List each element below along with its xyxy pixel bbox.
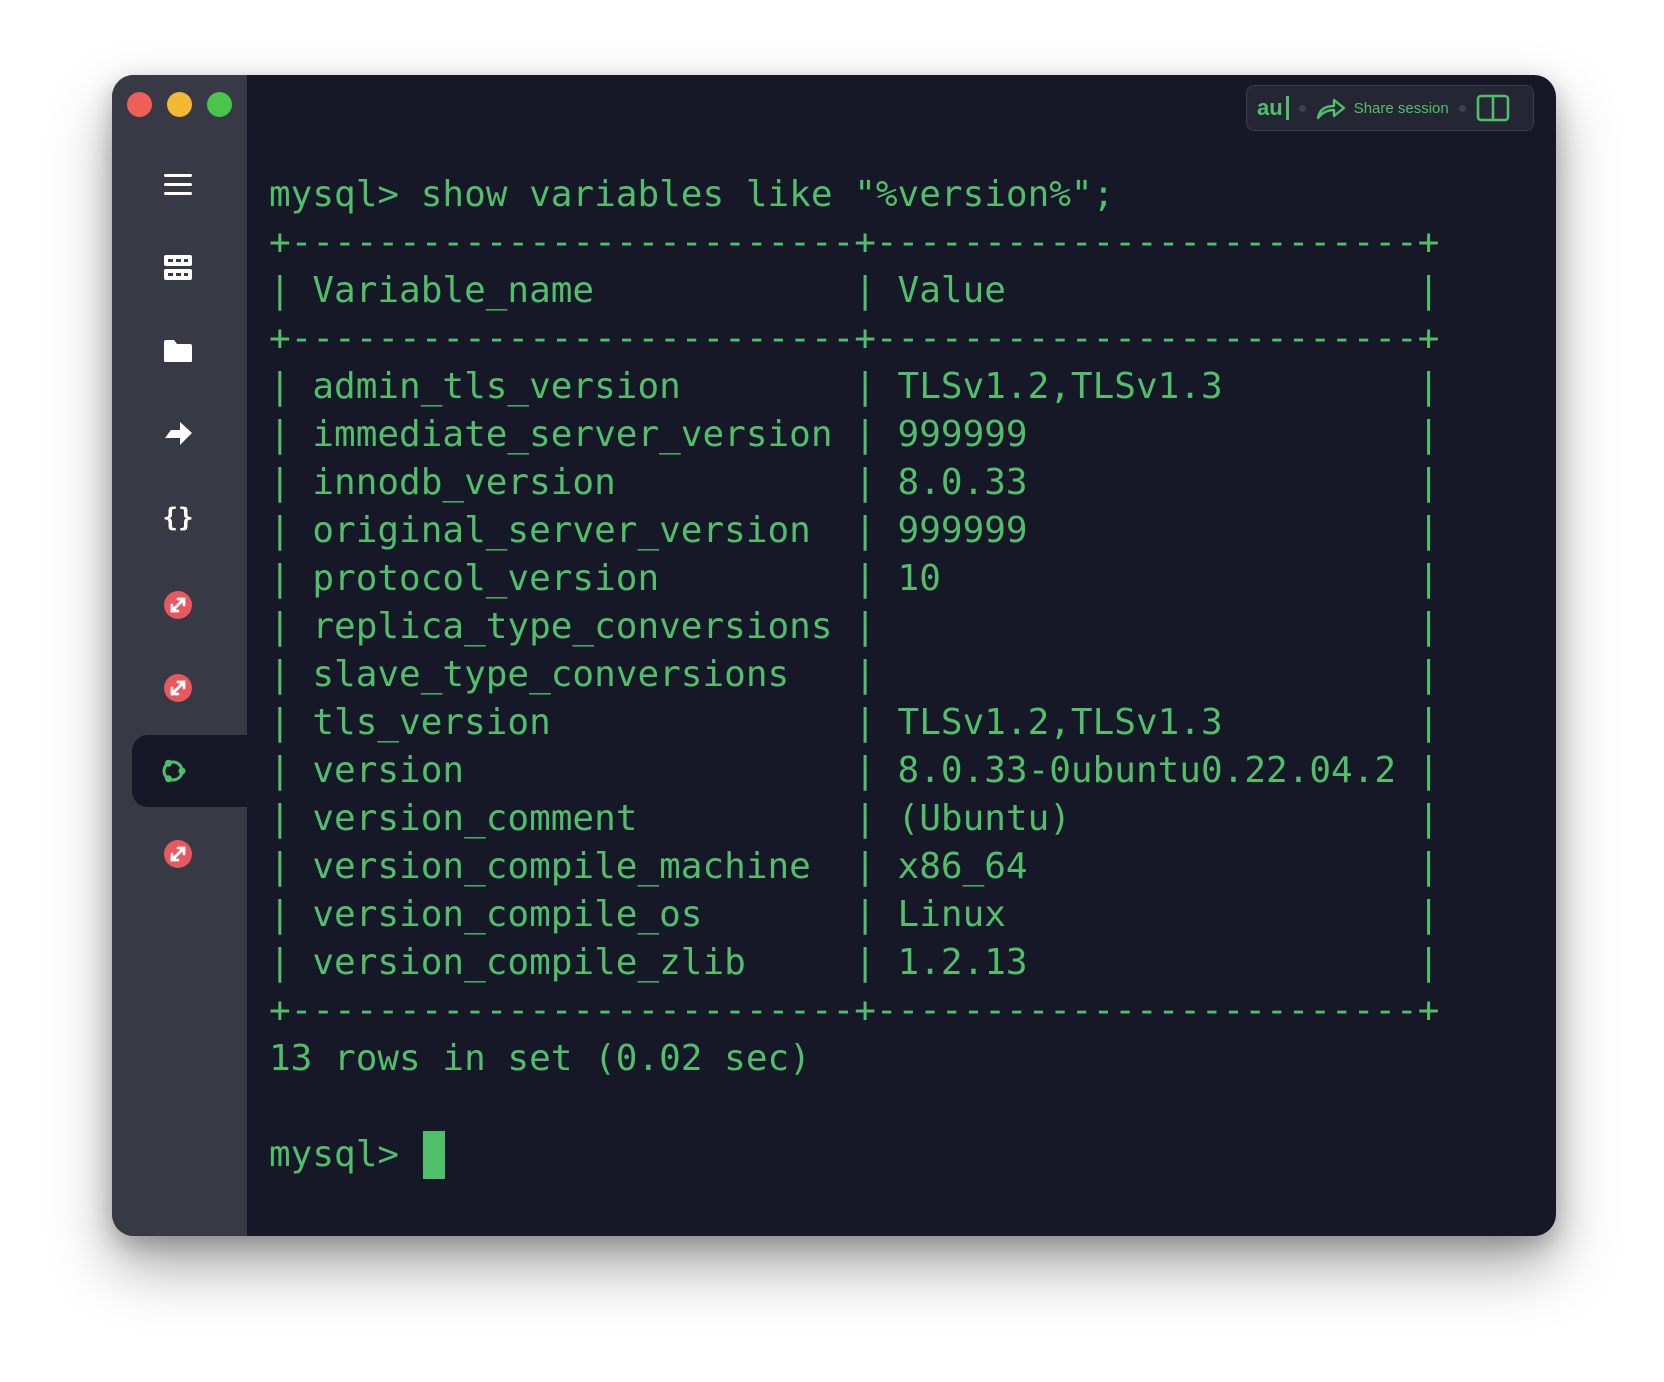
split-view-icon[interactable] [1476, 94, 1510, 122]
table-header-row: | Variable_name | Value | [269, 270, 1440, 311]
svg-text:{}: {} [163, 503, 193, 532]
ai-cursor-icon [1285, 96, 1289, 120]
separator-dot [1298, 104, 1306, 112]
table-row: | admin_tls_version | TLSv1.2,TLSv1.3 | [269, 366, 1440, 407]
table-row: | immediate_server_version | 999999 | [269, 414, 1440, 455]
table-row: | protocol_version | 10 | [269, 558, 1440, 599]
connection-icon[interactable] [138, 658, 218, 718]
separator-dot [1458, 104, 1466, 112]
minimize-window-button[interactable] [167, 92, 192, 117]
menu-icon[interactable] [138, 155, 218, 215]
connection-icon[interactable] [138, 824, 218, 884]
forward-icon[interactable] [138, 404, 218, 464]
terminal-window: {} au Share session mysql> show variable… [112, 75, 1556, 1236]
share-icon[interactable] [1316, 96, 1346, 120]
connection-icon[interactable] [138, 575, 218, 635]
table-row: | version_compile_zlib | 1.2.13 | [269, 942, 1440, 983]
text-cursor [422, 1131, 445, 1179]
close-window-button[interactable] [127, 92, 152, 117]
terminal-output[interactable]: mysql> show variables like "%version%"; +… [269, 171, 1439, 1179]
table-row: | version_comment | (Ubuntu) | [269, 798, 1440, 839]
table-row: | original_server_version | 999999 | [269, 510, 1440, 551]
session-toolbar: au Share session [1246, 85, 1534, 131]
table-row: | version_compile_os | Linux | [269, 894, 1440, 935]
hosts-icon[interactable] [138, 238, 218, 298]
maximize-window-button[interactable] [207, 92, 232, 117]
table-border: +--------------------------+------------… [269, 318, 1440, 359]
table-row: | tls_version | TLSv1.2,TLSv1.3 | [269, 702, 1440, 743]
table-row: | version_compile_machine | x86_64 | [269, 846, 1440, 887]
command-line: mysql> show variables like "%version%"; [269, 174, 1115, 215]
share-session-button[interactable]: Share session [1354, 100, 1449, 117]
table-border: +--------------------------+------------… [269, 222, 1440, 263]
table-row: | slave_type_conversions | | [269, 654, 1440, 695]
table-row: | innodb_version | 8.0.33 | [269, 462, 1440, 503]
snippets-icon[interactable]: {} [138, 487, 218, 547]
sidebar: {} [112, 75, 302, 1236]
prompt-line: mysql> [269, 1131, 1439, 1179]
table-row: | replica_type_conversions | | [269, 606, 1440, 647]
folder-icon[interactable] [138, 321, 218, 381]
result-summary: 13 rows in set (0.02 sec) [269, 1038, 811, 1079]
ai-button[interactable]: au [1257, 95, 1283, 121]
table-border: +--------------------------+------------… [269, 990, 1440, 1031]
table-row: | version | 8.0.33-0ubuntu0.22.04.2 | [269, 750, 1440, 791]
